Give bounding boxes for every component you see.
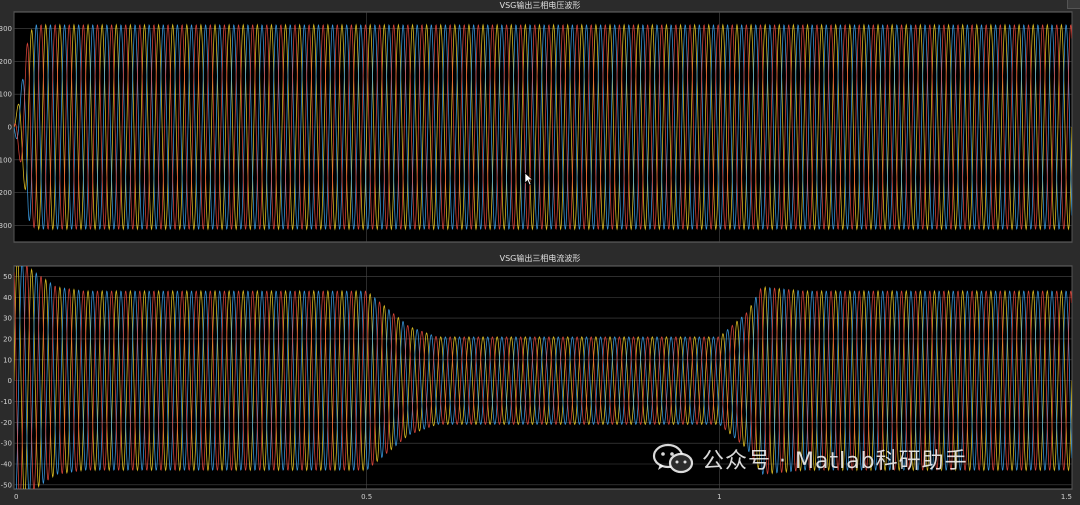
scope-figure: VSG输出三相电压波形-300-200-1000100200300 VSG输出三… bbox=[0, 0, 1073, 505]
x-tick-label: 1 bbox=[717, 493, 721, 501]
y-tick-label: -50 bbox=[1, 481, 12, 489]
y-tick-label: 50 bbox=[3, 273, 12, 281]
y-tick-label: 40 bbox=[3, 294, 12, 302]
x-tick-label: 1.5 bbox=[1061, 493, 1072, 501]
y-tick-label: -200 bbox=[0, 189, 12, 197]
y-tick-label: -20 bbox=[1, 419, 12, 427]
voltage-plot[interactable]: VSG输出三相电压波形 -300 -200 -100 0 100 200 300 bbox=[0, 0, 1073, 243]
y-tick-label: 0 bbox=[8, 124, 12, 132]
y-tick-label: -300 bbox=[0, 222, 12, 230]
y-tick-label: -40 bbox=[1, 460, 12, 468]
y-tick-label: 30 bbox=[3, 315, 12, 323]
y-tick-label: 20 bbox=[3, 335, 12, 343]
y-tick-label: 10 bbox=[3, 356, 12, 364]
mouse-cursor-icon bbox=[524, 172, 534, 186]
y-tick-label: 200 bbox=[0, 58, 12, 66]
plot-title: VSG输出三相电压波形 bbox=[500, 0, 581, 10]
plot-title: VSG输出三相电流波形 bbox=[500, 253, 581, 263]
x-tick-label: 0.5 bbox=[361, 493, 372, 501]
y-tick-label: 300 bbox=[0, 25, 12, 33]
y-tick-label: 0 bbox=[8, 377, 12, 385]
y-tick-label: -100 bbox=[0, 156, 12, 164]
y-tick-label: -30 bbox=[1, 440, 12, 448]
resize-handle[interactable] bbox=[1067, 0, 1080, 9]
y-tick-label: -10 bbox=[1, 398, 12, 406]
x-tick-label: 0 bbox=[14, 493, 18, 501]
current-plot[interactable]: VSG输出三相电流波形 -50 -40 -30 -20 -10 0 10 20 30 40 50 0 0.… bbox=[1, 253, 1073, 505]
y-tick-label: 100 bbox=[0, 91, 12, 99]
